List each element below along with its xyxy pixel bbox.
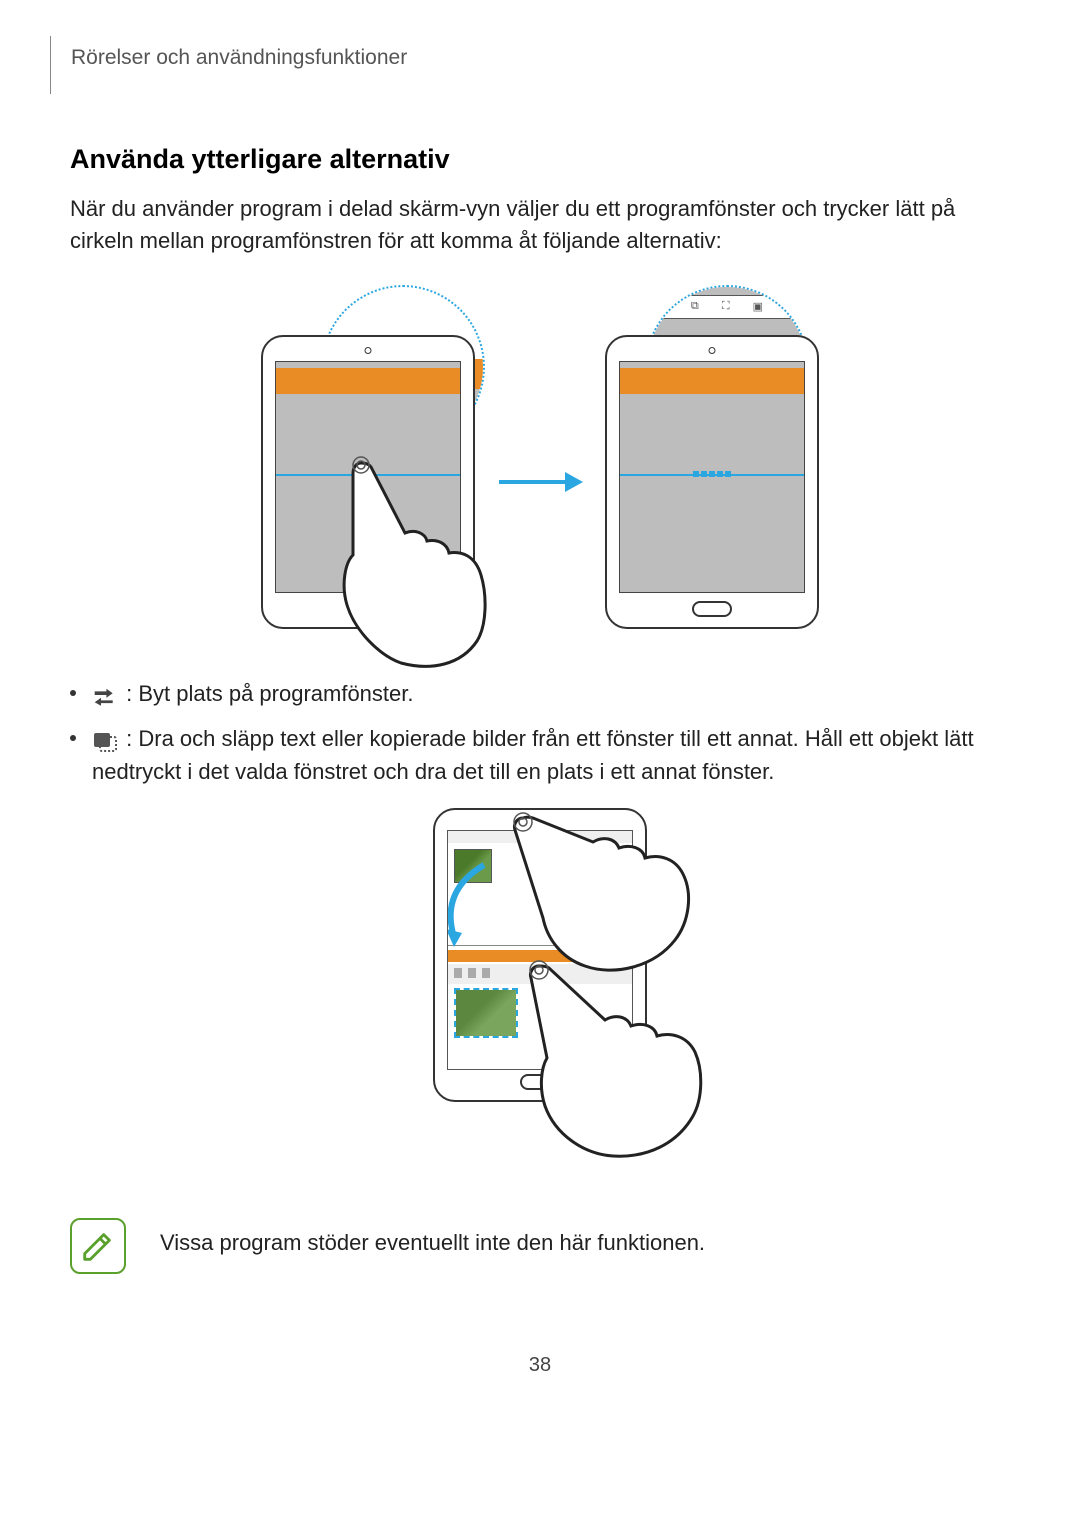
split-screen-toolbar: ⇆ ⧉ ⛶ ▣ ✕ (647, 295, 807, 319)
note-icon (70, 1218, 126, 1274)
figure-drag-drop (70, 808, 1010, 1178)
hand-pointing-icon (331, 455, 491, 675)
expand-icon: ⛶ (722, 300, 730, 313)
close-icon: ✕ (786, 300, 795, 313)
drag-description: : Dra och släpp text eller kopierade bil… (92, 726, 974, 784)
swap-windows-icon (92, 684, 118, 706)
drag-content-icon (92, 729, 118, 751)
page-number: 38 (70, 1354, 1010, 1377)
swap-icon: ⇆ (659, 300, 668, 313)
subheading: Använda ytterligare alternativ (70, 144, 1010, 175)
intro-paragraph: När du använder program i delad skärm-vy… (70, 193, 1010, 257)
arrow-right-icon (495, 462, 585, 502)
options-list: : Byt plats på programfönster. : Dra och… (70, 677, 1010, 788)
note-text: Vissa program stöder eventuellt inte den… (160, 1218, 705, 1256)
section-header: Rörelser och användningsfunktioner (71, 36, 1010, 70)
list-item: : Dra och släpp text eller kopierade bil… (70, 722, 1010, 788)
note-block: Vissa program stöder eventuellt inte den… (70, 1218, 1010, 1274)
swap-description: : Byt plats på programfönster. (126, 681, 413, 706)
maximize-icon: ▣ (753, 300, 763, 313)
hand-bottom-icon (513, 958, 713, 1158)
drag-content-icon: ⧉ (691, 300, 699, 313)
tablet-right (605, 335, 819, 629)
figure-split-screen-options: ⇆ ⧉ ⛶ ▣ ✕ (70, 287, 1010, 647)
list-item: : Byt plats på programfönster. (70, 677, 1010, 710)
